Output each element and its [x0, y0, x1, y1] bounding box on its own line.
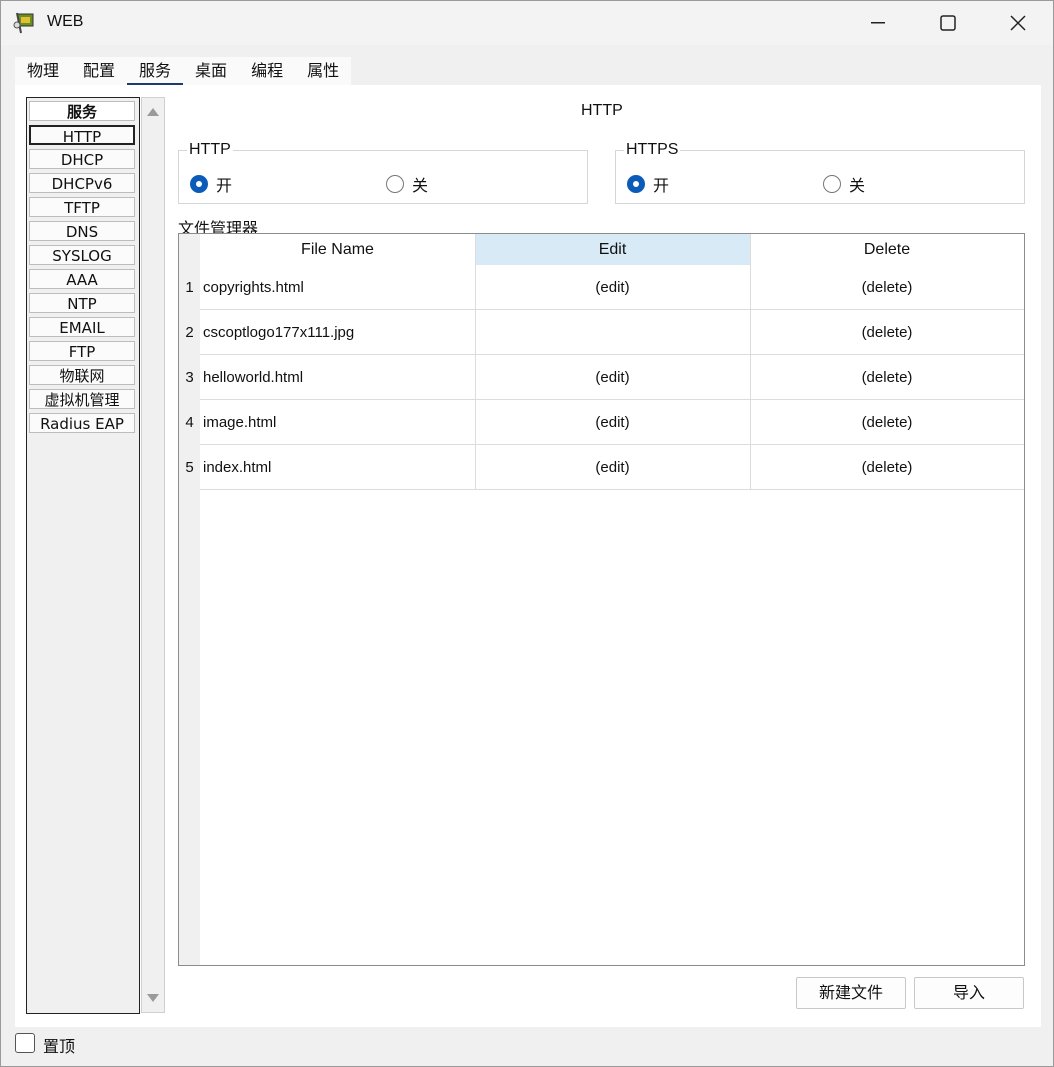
- http-on-radio[interactable]: 开: [190, 172, 232, 196]
- radio-selected-icon: [627, 175, 645, 193]
- service-item-email[interactable]: EMAIL: [29, 317, 135, 337]
- column-header-edit[interactable]: Edit: [475, 234, 750, 265]
- http-on-label: 开: [216, 176, 233, 195]
- file-table: File Name Edit Delete 1 copyrights.html …: [178, 233, 1025, 966]
- row-number: 1: [185, 279, 194, 296]
- service-item-tftp[interactable]: TFTP: [29, 197, 135, 217]
- http-off-label: 关: [412, 176, 429, 195]
- delete-link[interactable]: (delete): [750, 445, 1024, 490]
- http-off-radio[interactable]: 关: [386, 172, 428, 196]
- edit-link[interactable]: (edit): [475, 265, 750, 310]
- column-header-file-name[interactable]: File Name: [200, 234, 475, 265]
- delete-link[interactable]: (delete): [750, 400, 1024, 445]
- http-group: HTTP 开 关: [178, 141, 588, 204]
- radio-unselected-icon: [823, 175, 841, 193]
- delete-link[interactable]: (delete): [750, 310, 1024, 355]
- tab-programming[interactable]: 编程: [239, 57, 295, 85]
- service-item-syslog[interactable]: SYSLOG: [29, 245, 135, 265]
- https-group: HTTPS 开 关: [615, 141, 1025, 204]
- tab-bar: 物理 配置 服务 桌面 编程 属性: [15, 57, 352, 86]
- close-button[interactable]: [983, 1, 1053, 45]
- service-item-http[interactable]: HTTP: [29, 125, 135, 146]
- row-number: 4: [185, 414, 194, 431]
- service-item-dhcp[interactable]: DHCP: [29, 149, 135, 169]
- https-on-label: 开: [653, 176, 670, 195]
- window-title: WEB: [47, 13, 84, 30]
- row-number: 5: [185, 459, 194, 476]
- scroll-up-icon[interactable]: [147, 108, 159, 116]
- file-name-cell[interactable]: cscoptlogo177x111.jpg: [200, 310, 475, 355]
- service-list-scrollbar[interactable]: [141, 97, 165, 1013]
- file-name-cell[interactable]: helloworld.html: [200, 355, 475, 400]
- column-header-delete[interactable]: Delete: [750, 234, 1024, 265]
- https-on-radio[interactable]: 开: [627, 172, 669, 196]
- https-off-label: 关: [849, 176, 866, 195]
- edit-link[interactable]: [475, 310, 750, 355]
- scroll-down-icon[interactable]: [147, 994, 159, 1002]
- row-number: 3: [185, 369, 194, 386]
- tab-physical[interactable]: 物理: [15, 57, 71, 85]
- service-item-vm-management[interactable]: 虚拟机管理: [29, 389, 135, 409]
- edit-link[interactable]: (edit): [475, 355, 750, 400]
- https-group-legend: HTTPS: [624, 141, 681, 159]
- http-group-legend: HTTP: [187, 141, 233, 159]
- new-file-button[interactable]: 新建文件: [796, 977, 906, 1009]
- file-name-cell[interactable]: copyrights.html: [200, 265, 475, 310]
- file-name-cell[interactable]: index.html: [200, 445, 475, 490]
- service-list: 服务 HTTP DHCP DHCPv6 TFTP DNS SYSLOG AAA …: [26, 97, 140, 1014]
- tab-desktop[interactable]: 桌面: [183, 57, 239, 85]
- maximize-icon: [940, 15, 956, 31]
- service-item-aaa[interactable]: AAA: [29, 269, 135, 289]
- maximize-button[interactable]: [913, 1, 983, 45]
- service-item-dhcpv6[interactable]: DHCPv6: [29, 173, 135, 193]
- app-window: WEB 物理 配置 服务 桌面 编程 属性 服务 HTTP DHCP DHCPv…: [0, 0, 1054, 1067]
- tab-attributes[interactable]: 属性: [295, 57, 351, 85]
- close-icon: [1010, 15, 1026, 31]
- row-number: 2: [185, 324, 194, 341]
- tab-config[interactable]: 配置: [71, 57, 127, 85]
- https-off-radio[interactable]: 关: [823, 172, 865, 196]
- tab-services[interactable]: 服务: [127, 57, 184, 86]
- edit-link[interactable]: (edit): [475, 445, 750, 490]
- radio-unselected-icon: [386, 175, 404, 193]
- service-item-iot[interactable]: 物联网: [29, 365, 135, 385]
- minimize-button[interactable]: [843, 1, 913, 45]
- service-item-dns[interactable]: DNS: [29, 221, 135, 241]
- service-item-radius-eap[interactable]: Radius EAP: [29, 413, 135, 433]
- title-bar: WEB: [1, 1, 1053, 45]
- app-icon: [13, 11, 37, 35]
- delete-link[interactable]: (delete): [750, 355, 1024, 400]
- edit-link[interactable]: (edit): [475, 400, 750, 445]
- always-on-top-checkbox[interactable]: [15, 1033, 35, 1053]
- delete-link[interactable]: (delete): [750, 265, 1024, 310]
- always-on-top-label: 置顶: [43, 1037, 76, 1056]
- minimize-icon: [871, 22, 885, 24]
- radio-selected-icon: [190, 175, 208, 193]
- service-item-ntp[interactable]: NTP: [29, 293, 135, 313]
- file-name-cell[interactable]: image.html: [200, 400, 475, 445]
- service-list-header: 服务: [29, 101, 135, 121]
- section-title: HTTP: [581, 102, 623, 119]
- service-item-ftp[interactable]: FTP: [29, 341, 135, 361]
- import-button[interactable]: 导入: [914, 977, 1024, 1009]
